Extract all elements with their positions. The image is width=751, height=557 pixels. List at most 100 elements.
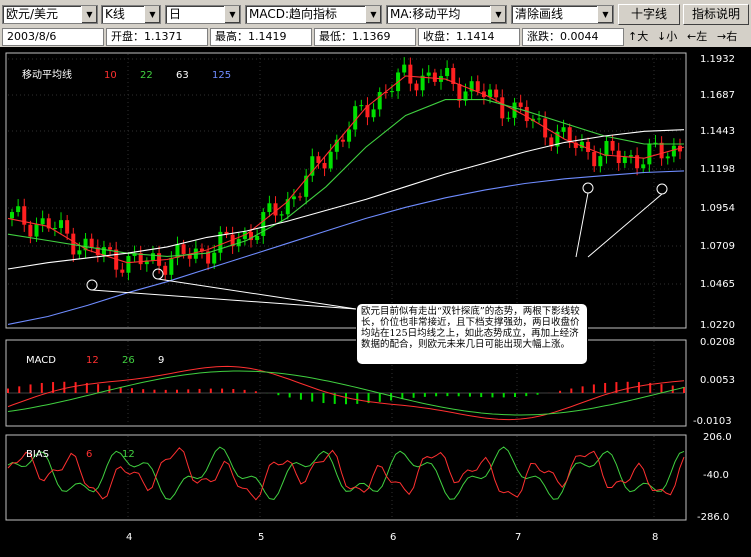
grid-lines: [8, 54, 684, 519]
change-field: 涨跌：0.0044: [522, 28, 624, 46]
pair-value: 欧元/美元: [6, 7, 59, 21]
chart-area[interactable]: 移动平均线 10 22 63 125 MACD 12 26 9 BIAS 6 1…: [0, 47, 751, 557]
moving-average-lines: [7, 75, 685, 325]
marker-circle: [656, 183, 668, 195]
chart-kind-select[interactable]: K线 ▼: [101, 5, 161, 24]
candle-body: [212, 252, 217, 264]
candle-body: [163, 265, 168, 275]
chevron-down-icon[interactable]: ▼: [144, 6, 160, 23]
candle-body: [622, 156, 627, 164]
marker-circle: [582, 182, 594, 194]
candle-body: [10, 212, 14, 219]
scroll-left-button[interactable]: ←左: [687, 28, 707, 46]
x-tick: 4: [126, 532, 132, 543]
candle-body: [108, 247, 113, 250]
candle-body: [432, 72, 437, 82]
candle-body: [494, 89, 499, 98]
bias-12-line: [7, 446, 685, 500]
candle-body: [647, 143, 652, 165]
indicator-help-button[interactable]: 指标说明: [683, 4, 749, 25]
chevron-down-icon[interactable]: ▼: [365, 6, 381, 23]
candle-body: [328, 151, 333, 169]
candle-body: [267, 203, 272, 213]
y-tick: 1.1932: [700, 54, 735, 65]
zoom-in-button[interactable]: ↑大: [628, 28, 648, 46]
candlesticks: [10, 57, 682, 282]
pair-select[interactable]: 欧元/美元 ▼: [2, 5, 98, 24]
candle-body: [408, 64, 413, 84]
period-select[interactable]: 日 ▼: [165, 5, 241, 24]
candle-body: [592, 151, 597, 167]
indicator-value: MACD:趋向指标: [249, 7, 338, 21]
x-axis: 4 5 6 7 8: [126, 532, 658, 543]
candle-body: [150, 253, 155, 261]
chevron-down-icon[interactable]: ▼: [224, 6, 240, 23]
clear-lines-select[interactable]: 清除画线 ▼: [511, 5, 614, 24]
candle-body: [506, 117, 511, 119]
ma63-label: 63: [176, 70, 189, 81]
macd-series: [7, 365, 685, 421]
candle-body: [371, 109, 376, 118]
macd-param-fast: 12: [86, 355, 99, 366]
candle-body: [628, 155, 633, 157]
ma-select[interactable]: MA:移动平均 ▼: [386, 5, 507, 24]
macd-y-axis: 0.0208 0.0053 -0.0103: [693, 337, 735, 427]
pointer-line: [587, 193, 663, 258]
y-tick: 1.1687: [700, 90, 735, 101]
x-tick: 8: [652, 532, 658, 543]
ma22-label: 22: [140, 70, 153, 81]
period-value: 日: [169, 7, 182, 21]
candle-body: [347, 129, 352, 142]
y-tick: 1.1443: [700, 126, 735, 137]
candle-body: [59, 220, 64, 228]
candle-body: [537, 118, 542, 120]
marker-circle: [152, 268, 164, 280]
candle-body: [298, 196, 303, 198]
candle-body: [414, 83, 419, 91]
y-tick: -40.0: [703, 470, 729, 481]
y-tick: -0.0103: [693, 416, 732, 427]
candle-body: [665, 156, 670, 159]
candle-body: [52, 227, 57, 229]
analysis-note: 欧元目前似有走出“双针探底”的态势，两根下影线较长，价位也非常接近，且下档支撑强…: [356, 303, 588, 365]
main-y-axis: 1.1932 1.1687 1.1443 1.1198 1.0954 1.070…: [700, 54, 735, 331]
scroll-right-button[interactable]: →右: [717, 28, 737, 46]
candle-body: [28, 224, 33, 237]
chart-canvas[interactable]: 移动平均线 10 22 63 125 MACD 12 26 9 BIAS 6 1…: [0, 47, 751, 557]
ma125-label: 125: [212, 70, 231, 81]
ma10-label: 10: [104, 70, 117, 81]
candle-body: [389, 91, 394, 93]
chevron-down-icon[interactable]: ▼: [490, 6, 506, 23]
indicator-select[interactable]: MACD:趋向指标 ▼: [245, 5, 382, 24]
candle-body: [616, 150, 621, 164]
chart-kind-value: K线: [105, 7, 125, 21]
y-tick: 1.1198: [700, 164, 735, 175]
candle-body: [475, 81, 480, 92]
candle-body: [641, 164, 646, 169]
bias-y-axis: 206.0 -40.0 -286.0: [697, 432, 732, 523]
candle-body: [426, 72, 431, 76]
pointer-line: [575, 192, 589, 258]
candle-body: [598, 156, 603, 167]
candle-body: [255, 235, 260, 241]
close-field: 收盘：1.1414: [418, 28, 520, 46]
candle-body: [16, 206, 21, 213]
crosshair-button[interactable]: 十字线: [618, 4, 680, 25]
chevron-down-icon[interactable]: ▼: [597, 6, 613, 23]
candle-body: [322, 162, 327, 169]
candle-body: [34, 224, 39, 237]
candle-body: [291, 196, 296, 200]
clear-lines-value: 清除画线: [515, 7, 564, 21]
bias-6-line: [7, 447, 685, 501]
candle-body: [377, 92, 382, 110]
ma-value: MA:移动平均: [390, 7, 461, 21]
chevron-down-icon[interactable]: ▼: [81, 6, 97, 23]
marker-circle: [86, 279, 98, 291]
zoom-out-button[interactable]: ↓小: [657, 28, 677, 46]
candle-body: [359, 105, 364, 107]
candle-body: [340, 139, 345, 142]
candle-body: [671, 145, 676, 157]
x-tick: 7: [515, 532, 521, 543]
bias-panel-title: BIAS: [26, 449, 49, 460]
main-panel-title: 移动平均线: [22, 68, 72, 81]
